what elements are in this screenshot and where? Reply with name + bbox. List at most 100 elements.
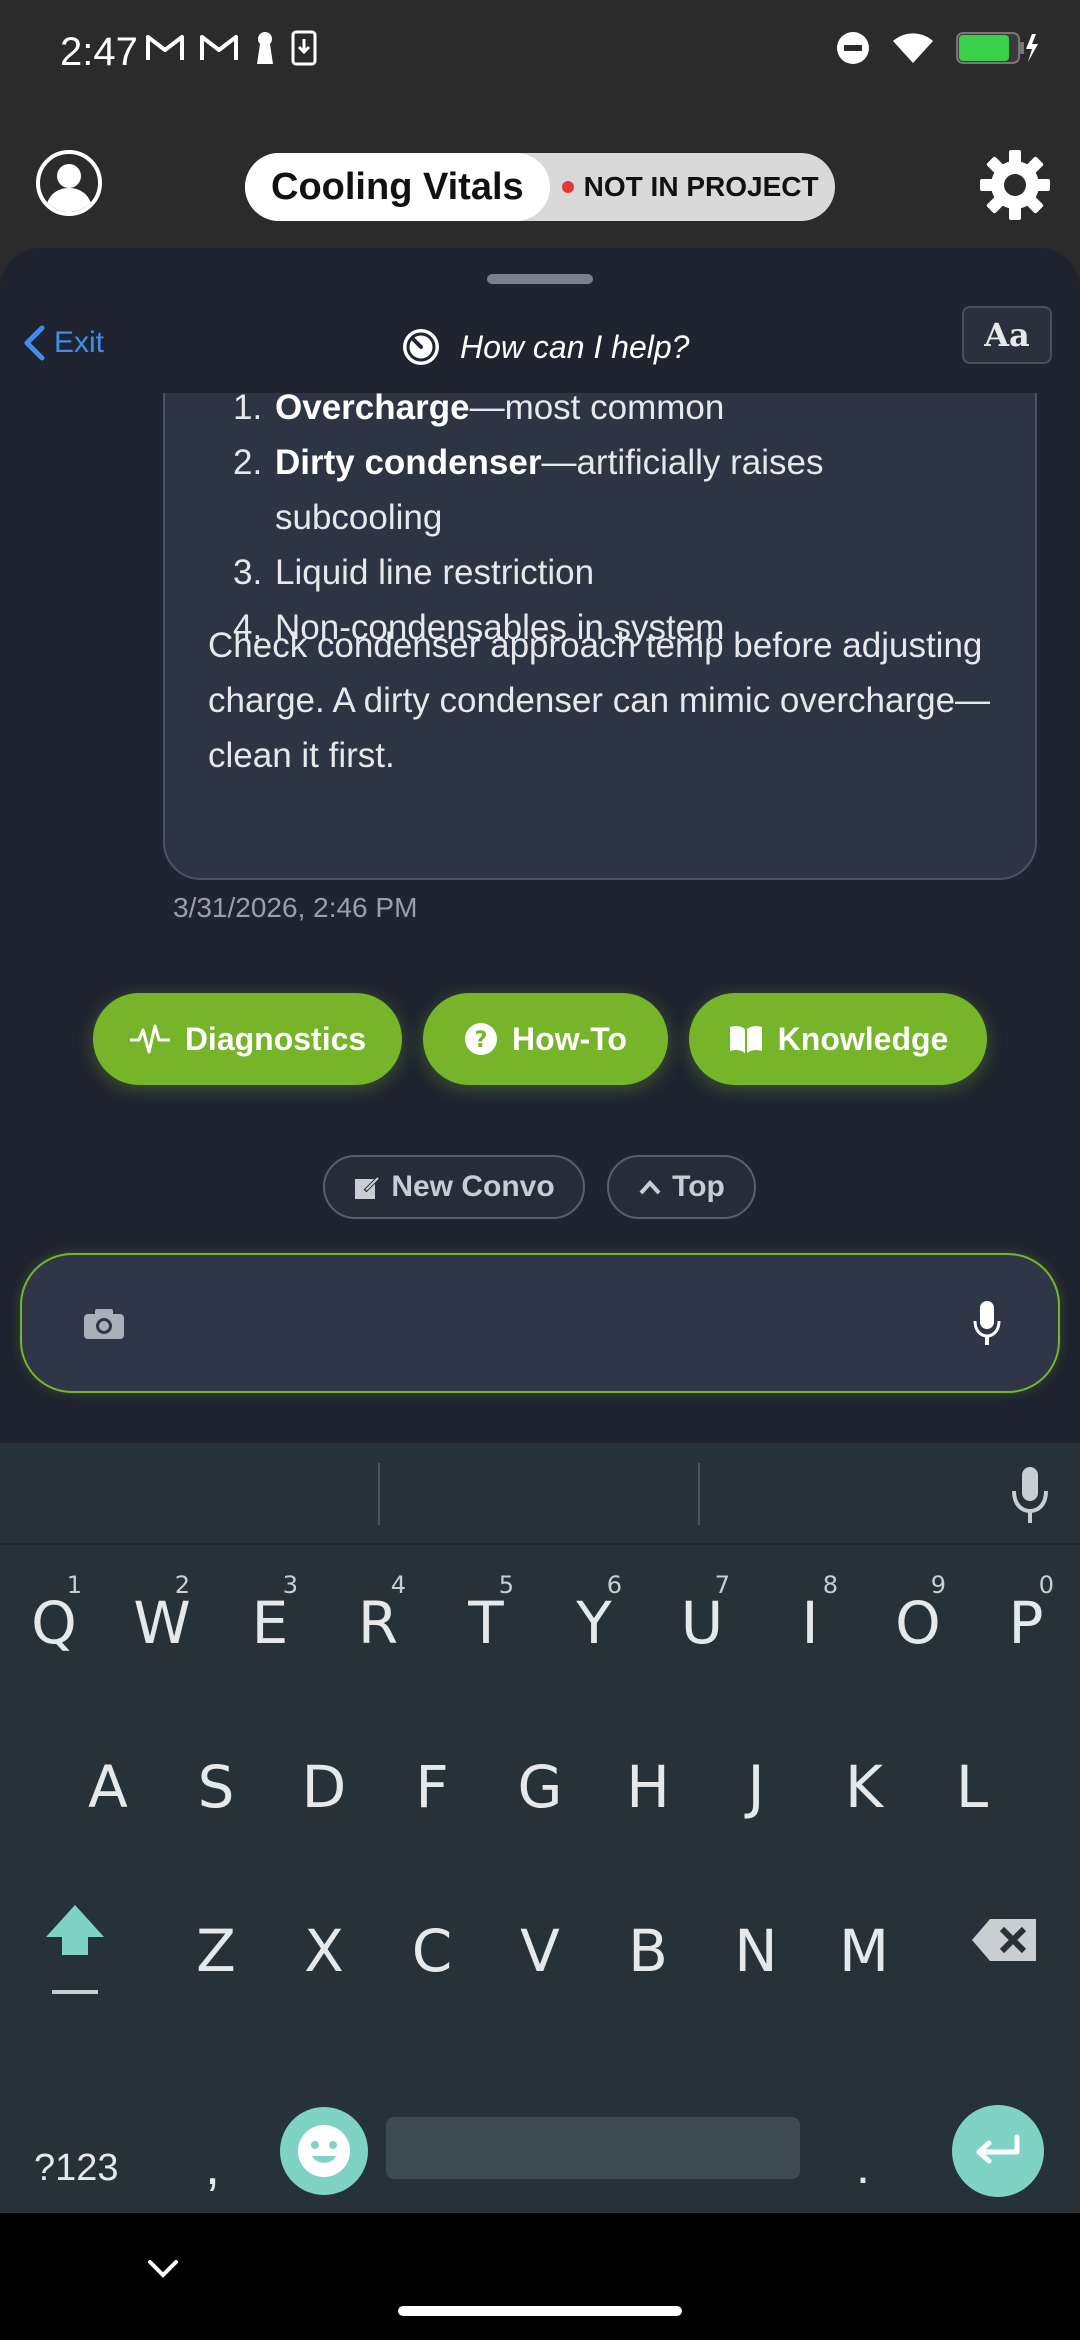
edit-icon (355, 1175, 381, 1199)
period-key[interactable]: . (856, 2137, 870, 2195)
download-phone-icon (291, 30, 317, 66)
pulse-icon (129, 1024, 170, 1054)
key-h[interactable]: H (612, 1753, 684, 1821)
project-status: NOT IN PROJECT (550, 171, 819, 203)
hide-keyboard-icon[interactable] (146, 2258, 180, 2280)
key-r[interactable]: 4R (342, 1571, 414, 1657)
microphone-icon[interactable] (972, 1299, 1002, 1347)
key-k[interactable]: K (828, 1753, 900, 1821)
notification-icons (145, 30, 317, 66)
list-item: 3. Liquid line restriction (233, 553, 595, 592)
navigation-bar (0, 2213, 1080, 2340)
app-screen: 2:47 Cooling Vitals NOT IN PROJECT Exit … (0, 0, 1080, 2340)
key-a[interactable]: A (72, 1753, 144, 1821)
knowledge-label: Knowledge (777, 1020, 949, 1057)
key-i[interactable]: 8I (774, 1571, 846, 1657)
key-x[interactable]: X (288, 1917, 360, 1985)
shift-icon[interactable] (40, 1897, 110, 1967)
chevron-up-icon (639, 1180, 661, 1195)
divider (378, 1463, 380, 1525)
comma-key[interactable]: , (205, 2135, 220, 2197)
key-t[interactable]: 5T (450, 1571, 522, 1657)
chat-messages[interactable]: 1. Overcharge—most common 2. Dirty condens… (0, 393, 1080, 1443)
caps-lock-indicator (52, 1990, 98, 1994)
key-e[interactable]: 3E (234, 1571, 306, 1657)
keyboard: 1Q 2W 3E 4R 5T 6Y 7U 8I 9O 0P A S D F G … (0, 1443, 1080, 2213)
camera-icon[interactable] (82, 1307, 126, 1341)
exit-label: Exit (54, 326, 105, 359)
message-composer[interactable] (20, 1253, 1060, 1393)
key-l[interactable]: L (936, 1753, 1008, 1821)
emoji-key[interactable] (280, 2107, 368, 2195)
key-u[interactable]: 7U (666, 1571, 738, 1657)
help-icon: ? (465, 1023, 498, 1055)
howto-button[interactable]: ? How-To (423, 993, 668, 1085)
message-timestamp: 3/31/2026, 2:46 PM (173, 892, 418, 923)
status-bar: 2:47 (0, 0, 1080, 110)
keyboard-keys: 1Q 2W 3E 4R 5T 6Y 7U 8I 9O 0P A S D F G … (0, 1547, 1080, 2213)
sheet-drag-handle[interactable] (487, 274, 593, 284)
key-p[interactable]: 0P (990, 1571, 1062, 1657)
svg-text:?: ? (475, 1028, 488, 1053)
emoji-icon (298, 2125, 350, 2177)
key-y[interactable]: 6Y (558, 1571, 630, 1657)
key-n[interactable]: N (720, 1917, 792, 1985)
suggestion-strip[interactable] (0, 1443, 1080, 1545)
key-o[interactable]: 9O (882, 1571, 954, 1657)
key-m[interactable]: M (828, 1917, 900, 1985)
diagnostics-button[interactable]: Diagnostics (93, 993, 402, 1085)
new-convo-label: New Convo (391, 1170, 555, 1203)
key-z[interactable]: Z (180, 1917, 252, 1985)
key-v[interactable]: V (504, 1917, 576, 1985)
keyhole-icon (257, 32, 273, 64)
key-f[interactable]: F (396, 1753, 468, 1821)
gear-icon[interactable] (978, 148, 1052, 222)
key-j[interactable]: J (720, 1753, 792, 1821)
chat-title-text: How can I help? (460, 328, 690, 365)
enter-key[interactable] (952, 2105, 1044, 2197)
top-label: Top (672, 1170, 725, 1203)
chevron-left-icon (24, 325, 45, 361)
timer-icon (403, 329, 439, 365)
app-header: Cooling Vitals NOT IN PROJECT (0, 110, 1080, 260)
diagnostics-label: Diagnostics (184, 1020, 367, 1057)
key-b[interactable]: B (612, 1917, 684, 1985)
project-name: Cooling Vitals (245, 153, 550, 221)
status-time: 2:47 (60, 30, 138, 74)
key-w[interactable]: 2W (126, 1571, 198, 1657)
key-c[interactable]: C (396, 1917, 468, 1985)
key-q[interactable]: 1Q (18, 1571, 90, 1657)
space-key[interactable] (386, 2117, 800, 2179)
list-item: 1. Overcharge—most common (233, 393, 725, 427)
backspace-icon[interactable] (970, 1915, 1040, 1965)
do-not-disturb-icon (837, 32, 869, 64)
key-s[interactable]: S (180, 1753, 252, 1821)
gmail-icon (146, 35, 184, 60)
project-selector[interactable]: Cooling Vitals NOT IN PROJECT (245, 153, 835, 221)
knowledge-button[interactable]: Knowledge (689, 993, 987, 1085)
book-icon (729, 1025, 762, 1053)
gmail-icon (200, 35, 238, 60)
new-convo-button[interactable]: New Convo (323, 1155, 585, 1219)
assistant-message: 1. Overcharge—most common 2. Dirty condens… (163, 393, 1037, 880)
key-d[interactable]: D (288, 1753, 360, 1821)
profile-avatar[interactable] (36, 150, 102, 216)
chat-sheet: Exit How can I help? Aa 1. Overcharge—mos… (0, 248, 1080, 1443)
howto-label: How-To (512, 1020, 627, 1057)
project-status-label: NOT IN PROJECT (583, 171, 819, 202)
exit-button[interactable]: Exit (22, 324, 104, 362)
divider (698, 1463, 700, 1525)
voice-input-icon[interactable] (1010, 1465, 1050, 1525)
message-list: 1. Overcharge—most common 2. Dirty condens… (233, 393, 975, 655)
font-size-button[interactable]: Aa (962, 306, 1052, 364)
chat-title: How can I help? (400, 326, 689, 368)
home-handle[interactable] (398, 2306, 682, 2316)
scroll-top-button[interactable]: Top (607, 1155, 756, 1219)
message-paragraph: Check condenser approach temp before adj… (208, 626, 991, 775)
enter-icon (976, 2134, 1020, 2164)
symbols-key[interactable]: ?123 (34, 2147, 119, 2190)
key-g[interactable]: G (504, 1753, 576, 1821)
battery-charging-icon (956, 32, 1038, 64)
list-item: 2. Dirty condenser—artificially raises su… (233, 443, 824, 537)
wifi-icon (893, 33, 933, 63)
